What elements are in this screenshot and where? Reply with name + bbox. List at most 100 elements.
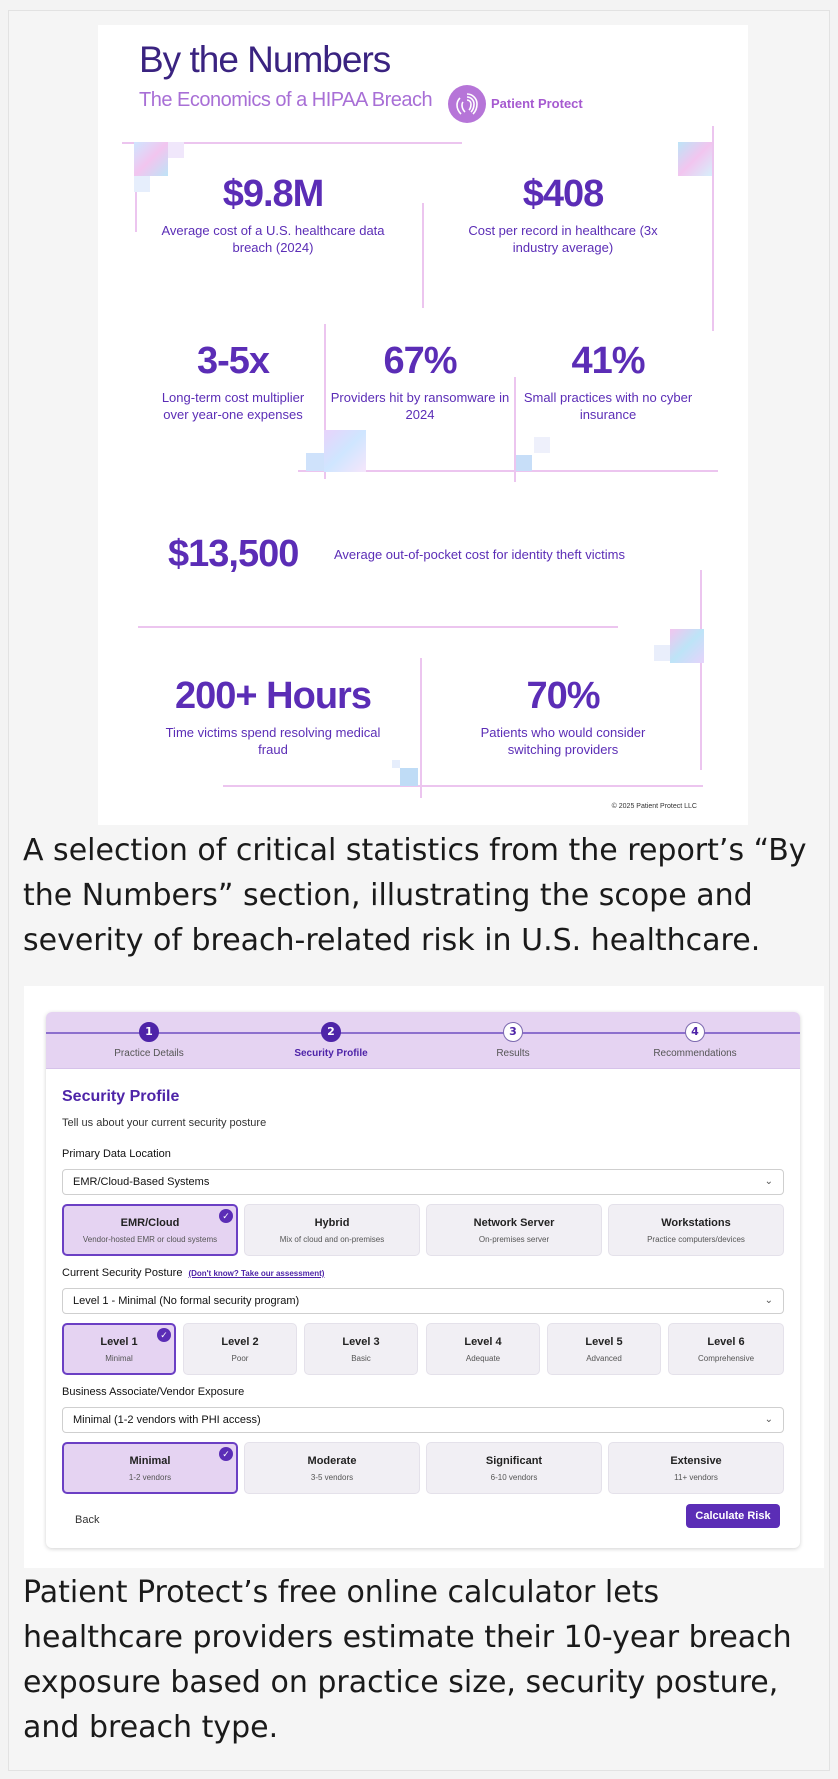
option-title: Hybrid <box>314 1217 350 1229</box>
step-label: Practice Details <box>114 1048 184 1059</box>
option-title: Extensive <box>670 1455 722 1467</box>
stat-label: Time victims spend resolving medical fra… <box>165 725 381 757</box>
chevron-down-icon: ⌄ <box>764 1414 773 1425</box>
stat-value: 3-5x <box>196 340 270 382</box>
step-number: 2 <box>321 1022 341 1042</box>
pattern-tile <box>392 760 400 768</box>
divider <box>138 626 618 628</box>
assessment-link[interactable]: (Don't know? Take our assessment) <box>188 1269 324 1278</box>
stat-value: $9.8M <box>222 173 325 215</box>
step-results[interactable]: 3 Results <box>423 1022 603 1059</box>
stat-label: Cost per record in healthcare (3x indust… <box>468 223 658 255</box>
pattern-tile <box>516 455 532 471</box>
option-desc: Practice computers/devices <box>647 1235 745 1244</box>
stat-label: Patients who would consider switching pr… <box>480 725 646 757</box>
pattern-tile <box>654 645 670 661</box>
divider <box>712 126 714 331</box>
step-number: 1 <box>139 1022 159 1042</box>
option-level-6[interactable]: Level 6 Comprehensive <box>668 1323 784 1375</box>
brand-name: Patient Protect <box>491 96 583 111</box>
option-network-server[interactable]: Network Server On-premises server <box>426 1204 602 1256</box>
stat-value: 70% <box>526 675 600 717</box>
option-desc: Advanced <box>586 1354 622 1363</box>
option-title: Minimal <box>129 1455 171 1467</box>
stat-no-insurance: 41% Small practices with no cyber insura… <box>518 340 698 423</box>
vendor-exposure-select[interactable]: Minimal (1-2 vendors with PHI access) ⌄ <box>62 1407 784 1433</box>
check-icon: ✓ <box>219 1447 233 1461</box>
pattern-tile <box>134 142 168 176</box>
option-desc: Vendor-hosted EMR or cloud systems <box>82 1235 218 1244</box>
option-title: Level 5 <box>585 1336 623 1348</box>
step-practice-details[interactable]: 1 Practice Details <box>59 1022 239 1059</box>
section-subtitle: Tell us about your current security post… <box>62 1117 267 1129</box>
option-level-2[interactable]: Level 2 Poor <box>183 1323 297 1375</box>
divider <box>420 658 422 798</box>
option-moderate-vendors[interactable]: Moderate 3-5 vendors <box>244 1442 420 1494</box>
calculate-risk-button[interactable]: Calculate Risk <box>686 1504 780 1528</box>
option-title: Significant <box>485 1455 543 1467</box>
option-desc: On-premises server <box>478 1235 550 1244</box>
step-recommendations[interactable]: 4 Recommendations <box>605 1022 785 1059</box>
back-button[interactable]: Back <box>75 1514 99 1526</box>
stat-switching-providers: 70% Patients who would consider switchin… <box>453 675 673 758</box>
option-significant-vendors[interactable]: Significant 6-10 vendors <box>426 1442 602 1494</box>
stat-label: Average out-of-pocket cost for identity … <box>334 547 625 562</box>
divider <box>223 785 703 787</box>
option-desc: 6-10 vendors <box>490 1473 538 1482</box>
check-icon: ✓ <box>157 1328 171 1342</box>
option-desc: Poor <box>231 1354 249 1363</box>
progress-stepper: 1 Practice Details 2 Security Profile 3 … <box>46 1012 800 1069</box>
option-title: Level 2 <box>221 1336 259 1348</box>
stat-hours-resolving: 200+ Hours Time victims spend resolving … <box>158 675 388 758</box>
infographic-subtitle: The Economics of a HIPAA Breach <box>139 89 433 111</box>
stat-cost-per-record: $408 Cost per record in healthcare (3x i… <box>448 173 678 256</box>
field-label: Current Security Posture <box>62 1267 183 1279</box>
option-desc: 11+ vendors <box>674 1473 718 1482</box>
select-value: Minimal (1-2 vendors with PHI access) <box>73 1414 261 1426</box>
risk-calculator-card: 1 Practice Details 2 Security Profile 3 … <box>46 1012 800 1548</box>
caption-calculator: Patient Protect’s free online calculator… <box>23 1575 792 1745</box>
vendor-exposure-label: Business Associate/Vendor Exposure <box>62 1386 245 1398</box>
data-location-select[interactable]: EMR/Cloud-Based Systems ⌄ <box>62 1169 784 1195</box>
pattern-tile <box>168 142 184 158</box>
option-title: Level 4 <box>464 1336 502 1348</box>
stat-label: Average cost of a U.S. healthcare data b… <box>161 223 385 255</box>
select-value: EMR/Cloud-Based Systems <box>73 1176 210 1188</box>
option-level-3[interactable]: Level 3 Basic <box>304 1323 418 1375</box>
option-level-5[interactable]: Level 5 Advanced <box>547 1323 661 1375</box>
option-desc: 1-2 vendors <box>128 1473 172 1482</box>
data-location-label: Primary Data Location <box>62 1148 171 1160</box>
stat-identity-theft-value: $13,500 <box>168 533 308 576</box>
option-emr-cloud[interactable]: ✓ EMR/Cloud Vendor-hosted EMR or cloud s… <box>62 1204 238 1256</box>
pattern-tile <box>306 453 324 471</box>
stat-breach-cost: $9.8M Average cost of a U.S. healthcare … <box>158 173 388 256</box>
stat-value: 200+ Hours <box>175 675 372 717</box>
pattern-tile <box>678 142 712 176</box>
option-workstations[interactable]: Workstations Practice computers/devices <box>608 1204 784 1256</box>
select-value: Level 1 - Minimal (No formal security pr… <box>73 1295 300 1307</box>
check-icon: ✓ <box>219 1209 233 1223</box>
by-the-numbers-infographic: By the Numbers The Economics of a HIPAA … <box>98 25 748 825</box>
pattern-tile <box>670 629 704 663</box>
stat-ransomware: 67% Providers hit by ransomware in 2024 <box>330 340 510 423</box>
stat-value: $408 <box>522 173 605 215</box>
security-posture-label: Current Security Posture (Don't know? Tak… <box>62 1267 324 1279</box>
step-security-profile[interactable]: 2 Security Profile <box>241 1022 421 1059</box>
pattern-tile <box>134 176 150 192</box>
stat-value: 41% <box>571 340 645 382</box>
option-minimal-vendors[interactable]: ✓ Minimal 1-2 vendors <box>62 1442 238 1494</box>
pattern-tile <box>324 430 366 472</box>
security-posture-select[interactable]: Level 1 - Minimal (No formal security pr… <box>62 1288 784 1314</box>
divider <box>700 570 702 770</box>
option-level-1[interactable]: ✓ Level 1 Minimal <box>62 1323 176 1375</box>
option-extensive-vendors[interactable]: Extensive 11+ vendors <box>608 1442 784 1494</box>
pattern-tile <box>400 768 418 786</box>
stat-label: Providers hit by ransomware in 2024 <box>330 390 510 422</box>
calculator-screenshot: 1 Practice Details 2 Security Profile 3 … <box>24 986 824 1568</box>
option-desc: Comprehensive <box>697 1354 755 1363</box>
option-hybrid[interactable]: Hybrid Mix of cloud and on-premises <box>244 1204 420 1256</box>
option-level-4[interactable]: Level 4 Adequate <box>426 1323 540 1375</box>
option-title: EMR/Cloud <box>120 1217 180 1229</box>
pattern-tile <box>534 437 550 453</box>
option-title: Level 6 <box>707 1336 745 1348</box>
